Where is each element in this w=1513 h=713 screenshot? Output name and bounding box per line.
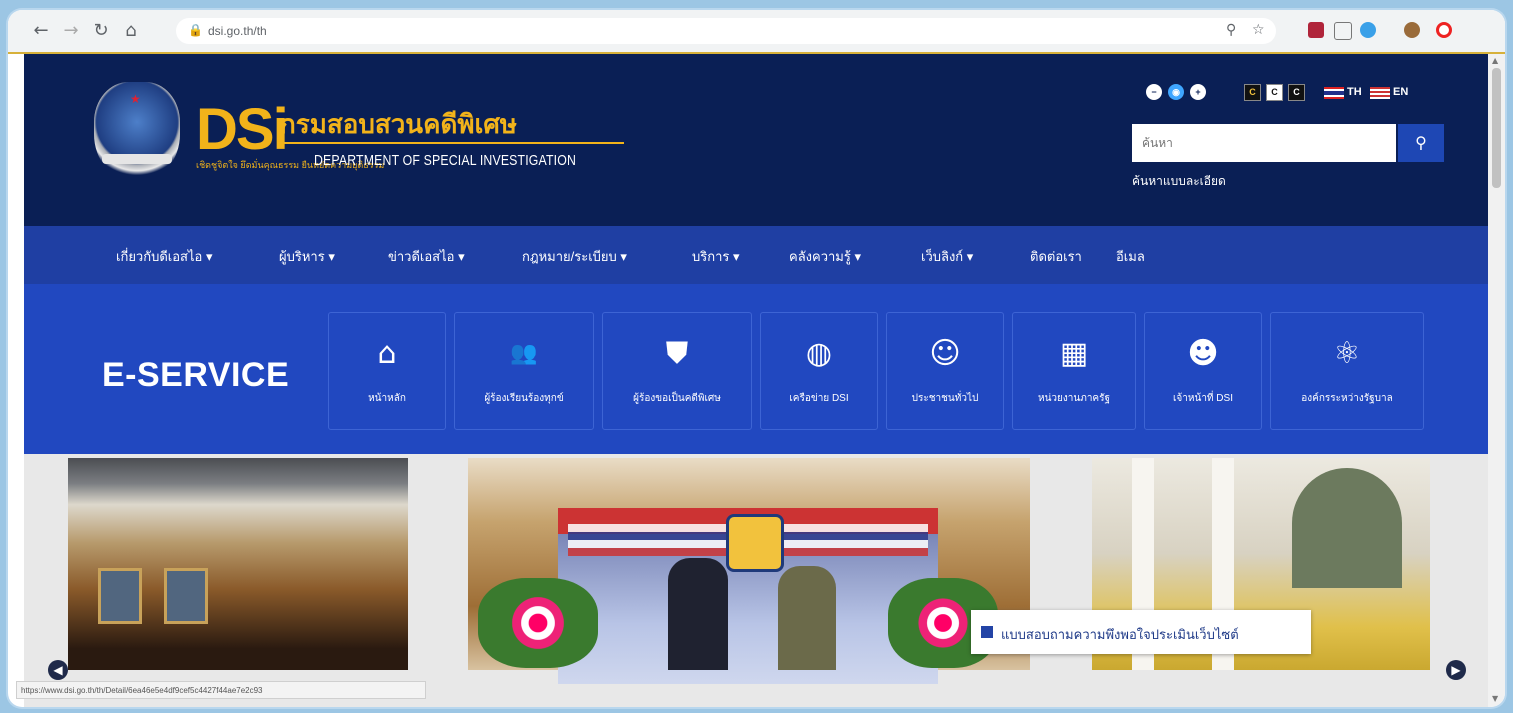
site-header: ★ DSi กรมสอบสวนคดีพิเศษ เชิดชูจิตใจ ยึดม…	[24, 54, 1488, 226]
extension-shield-icon[interactable]	[1334, 22, 1352, 40]
font-size-small-button[interactable]: −	[1146, 84, 1162, 100]
officer-figure	[778, 566, 836, 670]
lang-en-link[interactable]: EN	[1393, 86, 1408, 98]
nav-knowledge[interactable]: คลังความรู้ ▾	[789, 246, 861, 267]
service-government-card[interactable]: ▦ หน่วยงานภาครัฐ	[1012, 312, 1136, 430]
satisfaction-survey-button[interactable]: แบบสอบถามความพึงพอใจประเมินเว็บไซต์	[971, 610, 1311, 654]
profile-avatar[interactable]	[1404, 22, 1420, 38]
org-name-english: DEPARTMENT OF SPECIAL INVESTIGATION	[314, 152, 577, 169]
service-label: ผู้ร้องเรียนร้องทุกข์	[484, 393, 564, 404]
service-public-card[interactable]: ☺ ประชาชนทั่วไป	[886, 312, 1004, 430]
font-size-large-button[interactable]: +	[1190, 84, 1206, 100]
page-scrollbar[interactable]: ▲ ▼	[1488, 54, 1505, 707]
painting-right	[164, 568, 208, 624]
globe-icon: ◍	[805, 336, 833, 371]
survey-icon	[981, 626, 993, 638]
service-officer-card[interactable]: ☻ เจ้าหน้าที่ DSI	[1144, 312, 1262, 430]
service-network-card[interactable]: ◍ เครือข่าย DSI	[760, 312, 878, 430]
building-icon: ▦	[1059, 336, 1089, 371]
home-nav-icon[interactable]: ⌂	[120, 20, 142, 42]
nav-about[interactable]: เกี่ยวกับดีเอสไอ ▾	[116, 246, 212, 267]
service-label: ผู้ร้องขอเป็นคดีพิเศษ	[633, 393, 721, 404]
us-flag-icon[interactable]	[1370, 87, 1390, 99]
carousel-prev-icon[interactable]: ◀	[48, 660, 68, 680]
service-home-card[interactable]: ⌂ หน้าหลัก	[328, 312, 446, 430]
survey-label: แบบสอบถามความพึงพอใจประเมินเว็บไซต์	[1001, 627, 1239, 642]
emblem-star-icon: ★	[130, 92, 141, 106]
opera-icon[interactable]	[1436, 22, 1452, 38]
logo-abbreviation[interactable]: DSi	[196, 100, 289, 160]
browser-toolbar: ← → ↻ ⌂ 🔒 dsi.go.th/th ⚲ ☆	[8, 10, 1505, 54]
font-size-normal-button[interactable]: ◉	[1168, 84, 1184, 100]
nav-executives[interactable]: ผู้บริหาร ▾	[279, 246, 335, 267]
altar-arch	[1292, 468, 1402, 588]
service-label: ประชาชนทั่วไป	[911, 393, 979, 404]
thai-flag-icon[interactable]	[1324, 87, 1344, 99]
nav-weblinks[interactable]: เว็บลิงก์ ▾	[921, 246, 973, 267]
service-special-case-card[interactable]: ⛊ ผู้ร้องขอเป็นคดีพิเศษ	[602, 312, 752, 430]
lock-icon: 🔒	[188, 23, 203, 37]
nav-contact[interactable]: ติดต่อเรา	[1030, 246, 1082, 267]
flowers-left	[478, 578, 598, 668]
service-complainant-card[interactable]: 👥 ผู้ร้องเรียนร้องทุกข์	[454, 312, 594, 430]
nav-services[interactable]: บริการ ▾	[692, 246, 740, 267]
back-icon[interactable]: ←	[30, 20, 52, 42]
status-bar-url: https://www.dsi.go.th/th/Detail/6ea46e5e…	[16, 681, 426, 699]
atom-icon: ⚛	[1333, 336, 1361, 371]
contrast-yellow-button[interactable]: C	[1244, 84, 1261, 101]
extension-cloud-icon[interactable]	[1360, 22, 1376, 38]
eservice-section: E-SERVICE ⌂ หน้าหลัก 👥 ผู้ร้องเรียนร้องท…	[24, 284, 1488, 454]
news-image-2[interactable]	[468, 458, 1030, 684]
carousel-next-icon[interactable]: ▶	[1446, 660, 1466, 680]
scrollbar-thumb[interactable]	[1492, 68, 1501, 188]
nav-laws[interactable]: กฎหมาย/ระเบียบ ▾	[522, 246, 627, 267]
search-button[interactable]: ⚲	[1398, 124, 1444, 162]
service-label: หน่วยงานภาครัฐ	[1037, 393, 1111, 404]
org-name-thai: กรมสอบสวนคดีพิเศษ	[280, 109, 518, 139]
search-icon: ⚲	[1415, 133, 1427, 152]
zoom-icon[interactable]: ⚲	[1226, 22, 1236, 38]
service-label: เจ้าหน้าที่ DSI	[1173, 393, 1233, 404]
extension-pdf-icon[interactable]	[1308, 22, 1324, 38]
painting-left	[98, 568, 142, 624]
address-url[interactable]: dsi.go.th/th	[208, 24, 267, 38]
officer-figure	[668, 558, 728, 670]
contrast-black-button[interactable]: C	[1288, 84, 1305, 101]
dsi-emblem-logo[interactable]: ★	[94, 82, 180, 182]
scroll-down-icon[interactable]: ▼	[1492, 694, 1498, 703]
advanced-search-link[interactable]: ค้นหาแบบละเอียด	[1132, 172, 1226, 191]
eservice-title: E-SERVICE	[102, 356, 290, 394]
home-icon: ⌂	[377, 336, 397, 371]
service-label: องค์กรระหว่างรัฐบาล	[1301, 393, 1393, 404]
lang-th-link[interactable]: TH	[1347, 86, 1362, 98]
bookmark-star-icon[interactable]: ☆	[1252, 22, 1265, 38]
emblem-band	[102, 154, 172, 164]
people-icon: 👥	[510, 341, 538, 366]
badge-icon: ⛊	[665, 336, 689, 371]
main-navigation: เกี่ยวกับดีเอสไอ ▾ ผู้บริหาร ▾ ข่าวดีเอส…	[24, 226, 1488, 284]
contrast-white-button[interactable]: C	[1266, 84, 1283, 101]
person-icon: ☺	[929, 336, 961, 371]
service-label: หน้าหลัก	[368, 393, 406, 404]
scroll-up-icon[interactable]: ▲	[1492, 56, 1498, 65]
nav-news[interactable]: ข่าวดีเอสไอ ▾	[388, 246, 465, 267]
forward-icon[interactable]: →	[60, 20, 82, 42]
service-intergov-card[interactable]: ⚛ องค์กรระหว่างรัฐบาล	[1270, 312, 1424, 430]
nav-email[interactable]: อีเมล	[1116, 246, 1145, 267]
service-label: เครือข่าย DSI	[789, 393, 849, 404]
logo-divider	[278, 142, 624, 144]
browser-window: ← → ↻ ⌂ 🔒 dsi.go.th/th ⚲ ☆ ★ DSi กรมสอบส…	[8, 10, 1505, 707]
dsi-crest	[726, 514, 784, 572]
address-bar[interactable]: 🔒 dsi.go.th/th ⚲ ☆	[176, 18, 1276, 44]
news-image-1[interactable]	[68, 458, 408, 670]
officer-icon: ☻	[1187, 336, 1219, 371]
search-input[interactable]	[1132, 124, 1396, 162]
reload-icon[interactable]: ↻	[90, 20, 112, 42]
